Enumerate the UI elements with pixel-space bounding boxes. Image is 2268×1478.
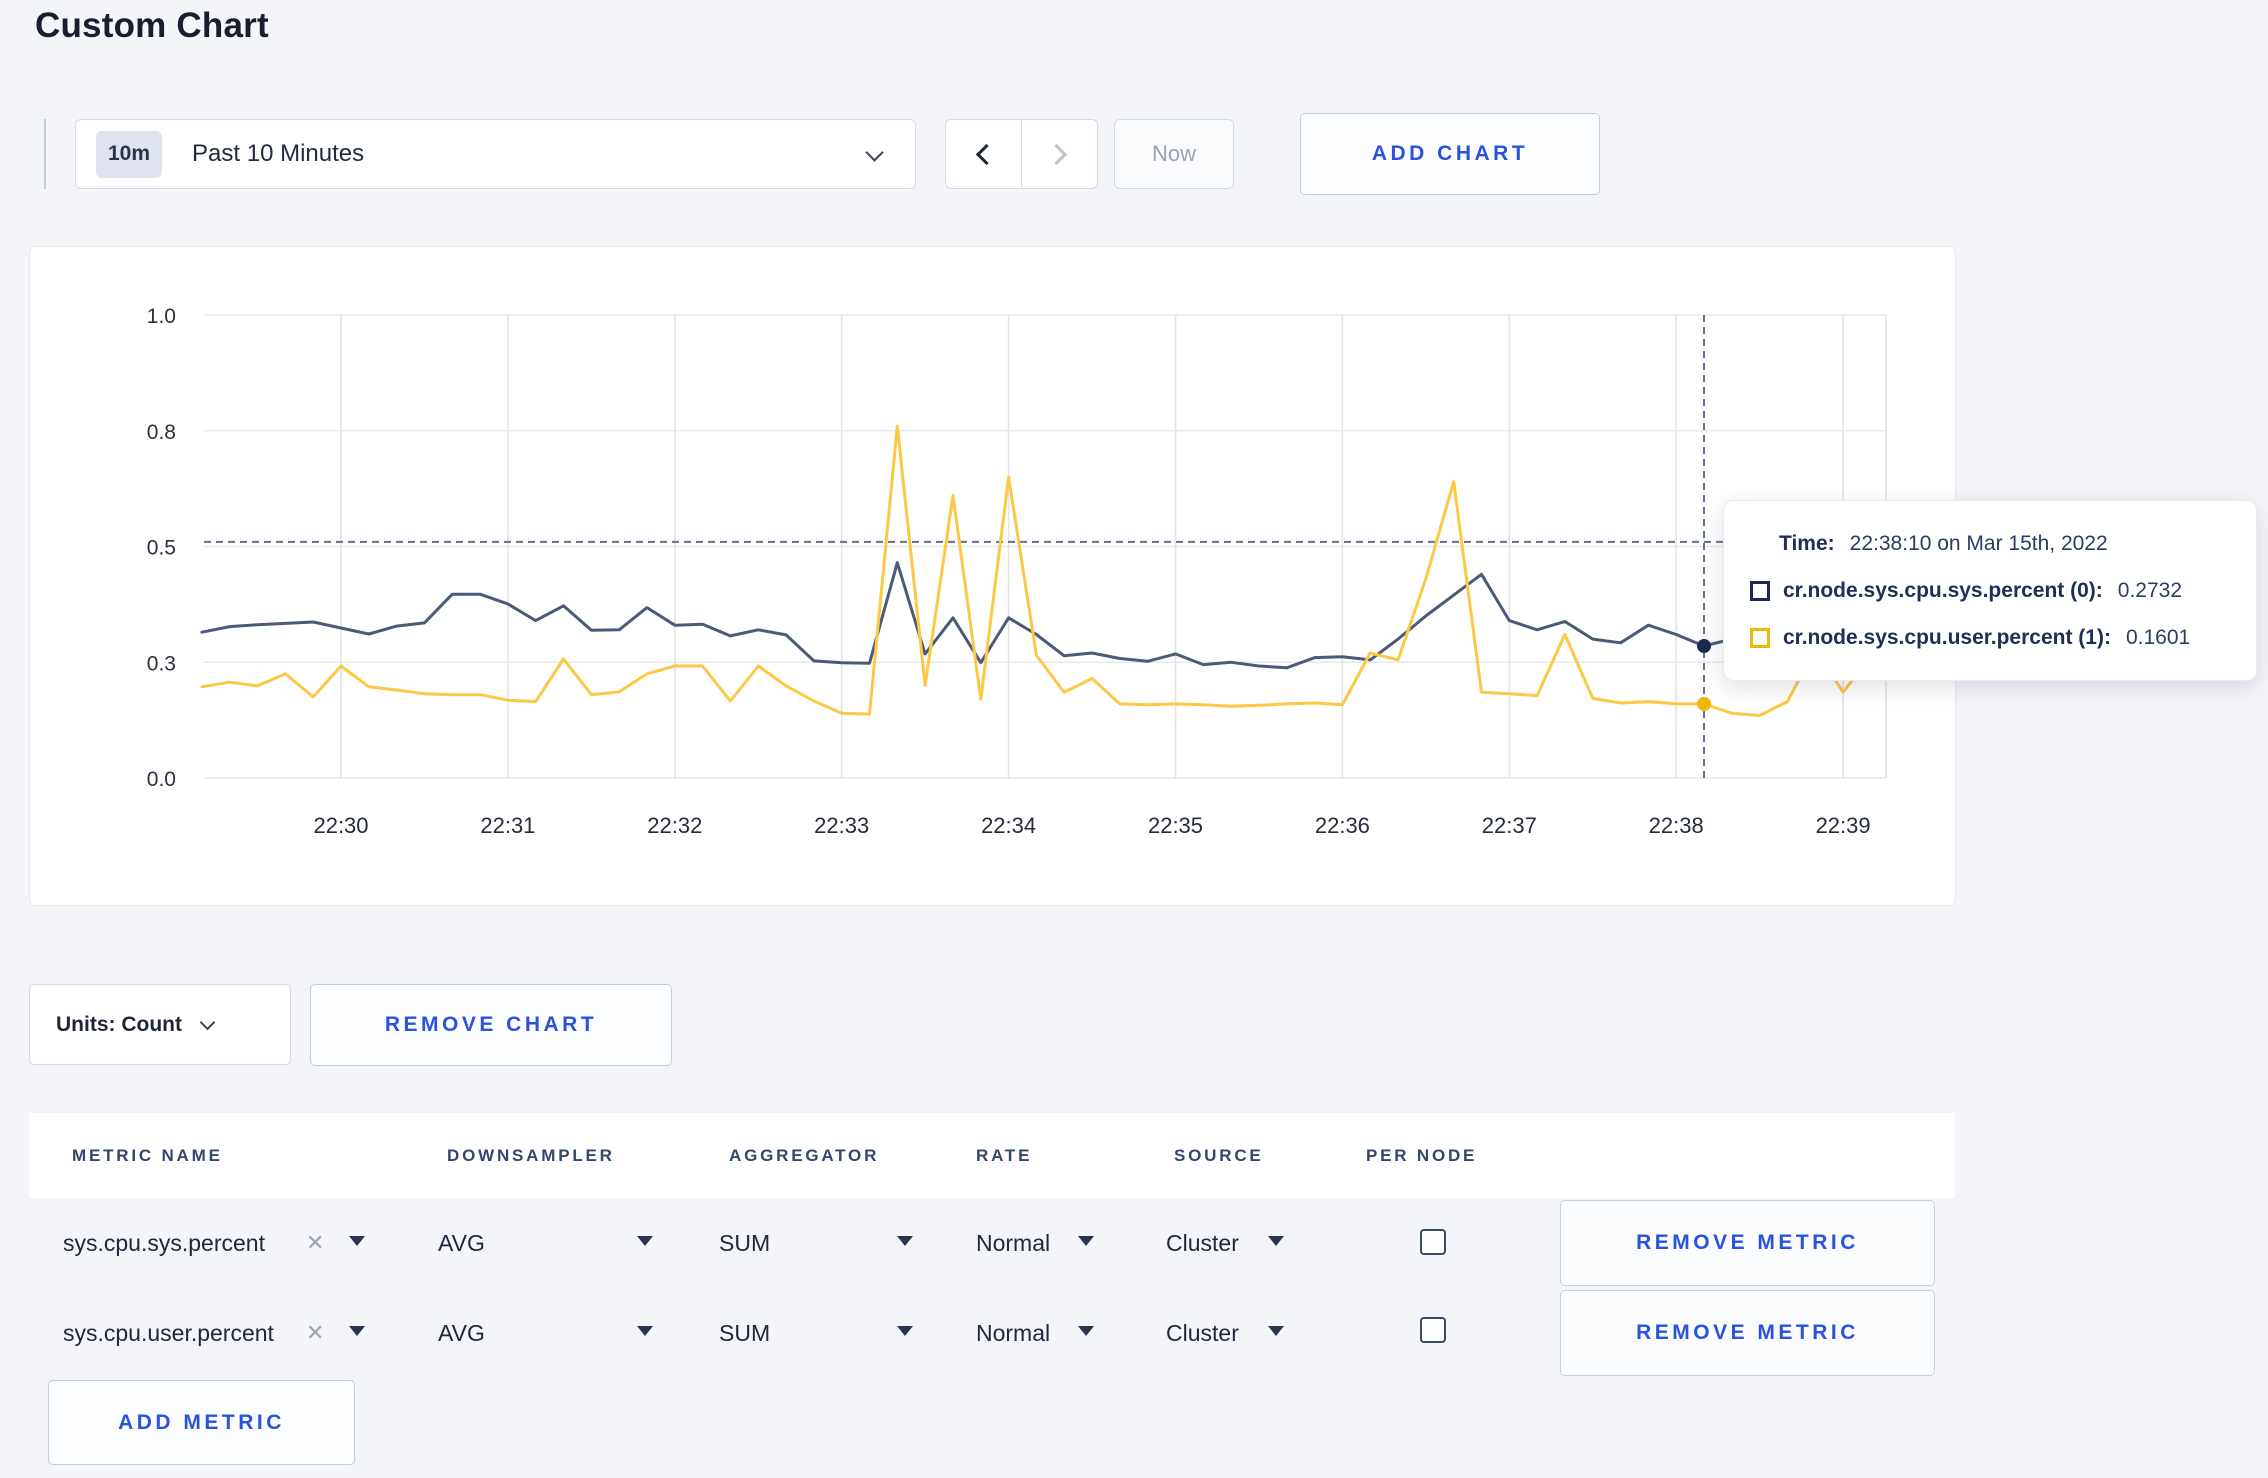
y-axis-tick-label: 1.0 [147, 305, 176, 328]
crosshair-dot-icon [1697, 696, 1712, 711]
rate-select[interactable]: Normal [976, 1200, 1050, 1286]
y-axis-tick-label: 0.5 [147, 537, 176, 560]
x-axis-tick-label: 22:37 [1482, 813, 1537, 838]
x-axis-tick-label: 22:32 [647, 813, 702, 838]
time-range-label: Past 10 Minutes [192, 140, 365, 167]
time-pager [945, 119, 1098, 189]
downsampler-select[interactable]: AVG [438, 1290, 485, 1376]
add-chart-button[interactable]: ADD CHART [1300, 113, 1600, 195]
chevron-down-icon [199, 1014, 216, 1031]
per-node-checkbox[interactable] [1420, 1317, 1446, 1343]
col-header-per-node: PER NODE [1366, 1145, 1478, 1165]
chevron-down-icon [865, 143, 884, 162]
col-header-aggregator: AGGREGATOR [729, 1145, 880, 1165]
sys-series-swatch-icon [1750, 581, 1770, 601]
crosshair-dot-icon [1697, 639, 1712, 654]
tooltip-series-value: 0.2732 [2117, 579, 2183, 602]
metric-name-value: sys.cpu.sys.percent [63, 1229, 265, 1256]
page-title: Custom Chart [35, 6, 269, 45]
clear-metric-icon[interactable]: ✕ [306, 1290, 324, 1376]
y-axis-tick-label: 0.3 [147, 652, 176, 675]
tooltip-series-name: cr.node.sys.cpu.user.percent (1): [1783, 626, 2111, 649]
aggregator-select[interactable]: SUM [719, 1290, 770, 1376]
rate-select[interactable]: Normal [976, 1290, 1050, 1376]
tooltip-series-row: cr.node.sys.cpu.user.percent (1): 0.1601 [1750, 619, 2230, 657]
custom-chart[interactable]: 0.0 0.3 0.5 0.8 1.0 22:30 22:31 22:32 22:33 22:34… [30, 247, 1957, 907]
next-time-button[interactable] [1022, 120, 1097, 188]
col-header-source: SOURCE [1174, 1145, 1264, 1165]
downsampler-caret-icon[interactable] [637, 1236, 653, 1246]
x-axis-tick-label: 22:36 [1315, 813, 1370, 838]
aggregator-select[interactable]: SUM [719, 1200, 770, 1286]
time-range-dropdown[interactable]: 10m Past 10 Minutes [75, 119, 916, 189]
tooltip-time-label: Time: [1779, 532, 1835, 555]
source-select[interactable]: Cluster [1166, 1290, 1239, 1376]
metric-select-caret-icon[interactable] [349, 1236, 365, 1246]
col-header-metric-name: METRIC NAME [72, 1145, 223, 1165]
aggregator-caret-icon[interactable] [897, 1326, 913, 1336]
prev-time-button[interactable] [946, 120, 1021, 188]
x-axis-tick-label: 22:30 [313, 813, 368, 838]
units-label: Units: Count [56, 1012, 182, 1036]
remove-metric-button[interactable]: REMOVE METRIC [1560, 1200, 1935, 1286]
chevron-right-icon [1046, 143, 1068, 165]
chart-tooltip: Time: 22:38:10 on Mar 15th, 2022 cr.node… [1723, 500, 2257, 681]
col-header-downsampler: DOWNSAMPLER [447, 1145, 615, 1165]
rate-caret-icon[interactable] [1078, 1326, 1094, 1336]
source-select[interactable]: Cluster [1166, 1200, 1239, 1286]
y-axis-tick-label: 0.0 [147, 768, 176, 791]
remove-chart-button[interactable]: REMOVE CHART [310, 984, 672, 1066]
tooltip-series-row: cr.node.sys.cpu.sys.percent (0): 0.2732 [1750, 572, 2230, 610]
source-caret-icon[interactable] [1268, 1236, 1284, 1246]
x-axis-tick-label: 22:33 [814, 813, 869, 838]
now-button[interactable]: Now [1114, 119, 1234, 189]
tooltip-series-value: 0.1601 [2125, 626, 2191, 649]
chart-card: 0.0 0.3 0.5 0.8 1.0 22:30 22:31 22:32 22:33 22:34… [29, 246, 1956, 906]
user-series-swatch-icon [1750, 628, 1770, 648]
per-node-checkbox[interactable] [1420, 1229, 1446, 1255]
source-caret-icon[interactable] [1268, 1326, 1284, 1336]
aggregator-caret-icon[interactable] [897, 1236, 913, 1246]
chevron-left-icon [975, 143, 997, 165]
x-axis-tick-label: 22:31 [480, 813, 535, 838]
toolbar-divider [44, 119, 46, 189]
tooltip-time-value: 22:38:10 on Mar 15th, 2022 [1849, 532, 2108, 555]
y-axis-tick-label: 0.8 [147, 421, 176, 444]
downsampler-select[interactable]: AVG [438, 1200, 485, 1286]
units-dropdown[interactable]: Units: Count [29, 984, 291, 1065]
x-axis-tick-label: 22:35 [1148, 813, 1203, 838]
x-axis-tick-label: 22:38 [1649, 813, 1704, 838]
tooltip-series-name: cr.node.sys.cpu.sys.percent (0): [1783, 579, 2103, 602]
metrics-table-header: METRIC NAME DOWNSAMPLER AGGREGATOR RATE … [29, 1113, 1955, 1198]
time-range-badge: 10m [96, 130, 163, 178]
remove-metric-button[interactable]: REMOVE METRIC [1560, 1290, 1935, 1376]
x-axis-tick-label: 22:39 [1816, 813, 1871, 838]
add-metric-button[interactable]: ADD METRIC [48, 1380, 355, 1465]
x-axis-tick-label: 22:34 [981, 813, 1036, 838]
clear-metric-icon[interactable]: ✕ [306, 1200, 324, 1286]
downsampler-caret-icon[interactable] [637, 1326, 653, 1336]
col-header-rate: RATE [976, 1145, 1033, 1165]
user-percent-line [200, 424, 1873, 717]
rate-caret-icon[interactable] [1078, 1236, 1094, 1246]
metric-name-value: sys.cpu.user.percent [63, 1319, 274, 1346]
tooltip-time-row: Time: 22:38:10 on Mar 15th, 2022 [1750, 525, 2230, 563]
metric-select-caret-icon[interactable] [349, 1326, 365, 1336]
